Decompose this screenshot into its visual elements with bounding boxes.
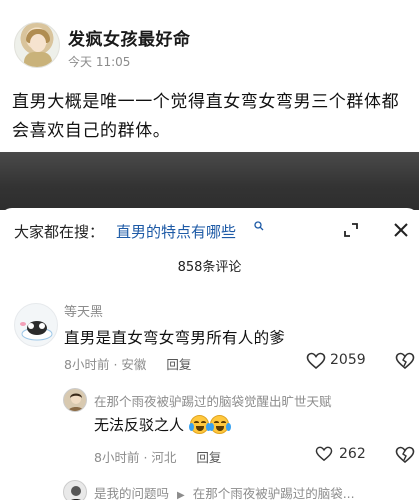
search-icon[interactable] xyxy=(254,221,264,231)
post: 发疯女孩最好命 今天 11:05 直男大概是唯一一个觉得直女弯女弯男三个群体都会… xyxy=(0,0,419,152)
reply-time: 8小时前 xyxy=(94,450,140,465)
search-suggestion-link[interactable]: 直男的特点有哪些 xyxy=(116,221,236,242)
like-count: 2059 xyxy=(330,352,366,368)
commenter-avatar[interactable] xyxy=(14,303,58,347)
reply-meta: 8小时前 · 河北 回复 xyxy=(94,447,221,466)
replier-name[interactable]: 在那个雨夜被驴踢过的脑袋觉醒出旷世天赋 xyxy=(94,391,332,410)
commenter-name[interactable]: 等天黑 xyxy=(64,301,103,320)
comment-text[interactable]: 直男是直女弯女弯男所有人的爹 xyxy=(64,326,285,348)
reply-button[interactable]: 回复 xyxy=(166,357,191,372)
heart-icon[interactable] xyxy=(315,446,333,462)
reply-target-name[interactable]: 在那个雨夜被驴踢过的脑袋... xyxy=(193,486,355,500)
dim-overlay[interactable] xyxy=(0,152,419,210)
replier-name[interactable]: 是我的问题吗 xyxy=(94,486,169,500)
reply-text-content: 无法反驳之人 xyxy=(94,416,185,434)
comment-time: 8小时前 xyxy=(64,357,110,372)
comment-location: 安徽 xyxy=(121,357,147,372)
reply-arrow-icon: ▶ xyxy=(177,490,185,500)
reply-header: 是我的问题吗 ▶ 在那个雨夜被驴踢过的脑袋... xyxy=(94,483,355,500)
expand-icon[interactable] xyxy=(343,222,359,238)
like-count: 262 xyxy=(339,446,366,462)
heart-icon[interactable] xyxy=(306,352,326,370)
replier-avatar[interactable] xyxy=(63,388,87,412)
search-prefix: 大家都在搜： xyxy=(14,223,105,241)
comment-sheet: 大家都在搜： 直男的特点有哪些 858条评论 等天黑 直男是直女弯女弯男所有人的… xyxy=(0,208,419,500)
post-text: 直男大概是唯一一个觉得直女弯女弯男三个群体都会喜欢自己的群体。 xyxy=(12,92,400,141)
author-avatar[interactable] xyxy=(14,22,60,68)
dislike-icon[interactable] xyxy=(395,446,415,464)
comment-meta: 8小时前 · 安徽 回复 xyxy=(64,354,191,373)
close-icon[interactable] xyxy=(393,222,409,238)
post-time: 今天 11:05 xyxy=(68,55,131,69)
author-name[interactable]: 发疯女孩最好命 xyxy=(68,25,191,50)
reply-button[interactable]: 回复 xyxy=(196,450,221,465)
search-suggestion-bar[interactable]: 大家都在搜： 直男的特点有哪些 xyxy=(0,208,419,252)
comment-count: 858条评论 xyxy=(177,260,242,275)
crying-laughing-emoji xyxy=(208,415,231,434)
dislike-icon[interactable] xyxy=(395,352,415,370)
crying-laughing-emoji xyxy=(188,415,211,434)
replier-avatar[interactable] xyxy=(63,480,87,500)
reply-text[interactable]: 无法反驳之人 xyxy=(94,414,231,435)
reply-location: 河北 xyxy=(151,450,177,465)
